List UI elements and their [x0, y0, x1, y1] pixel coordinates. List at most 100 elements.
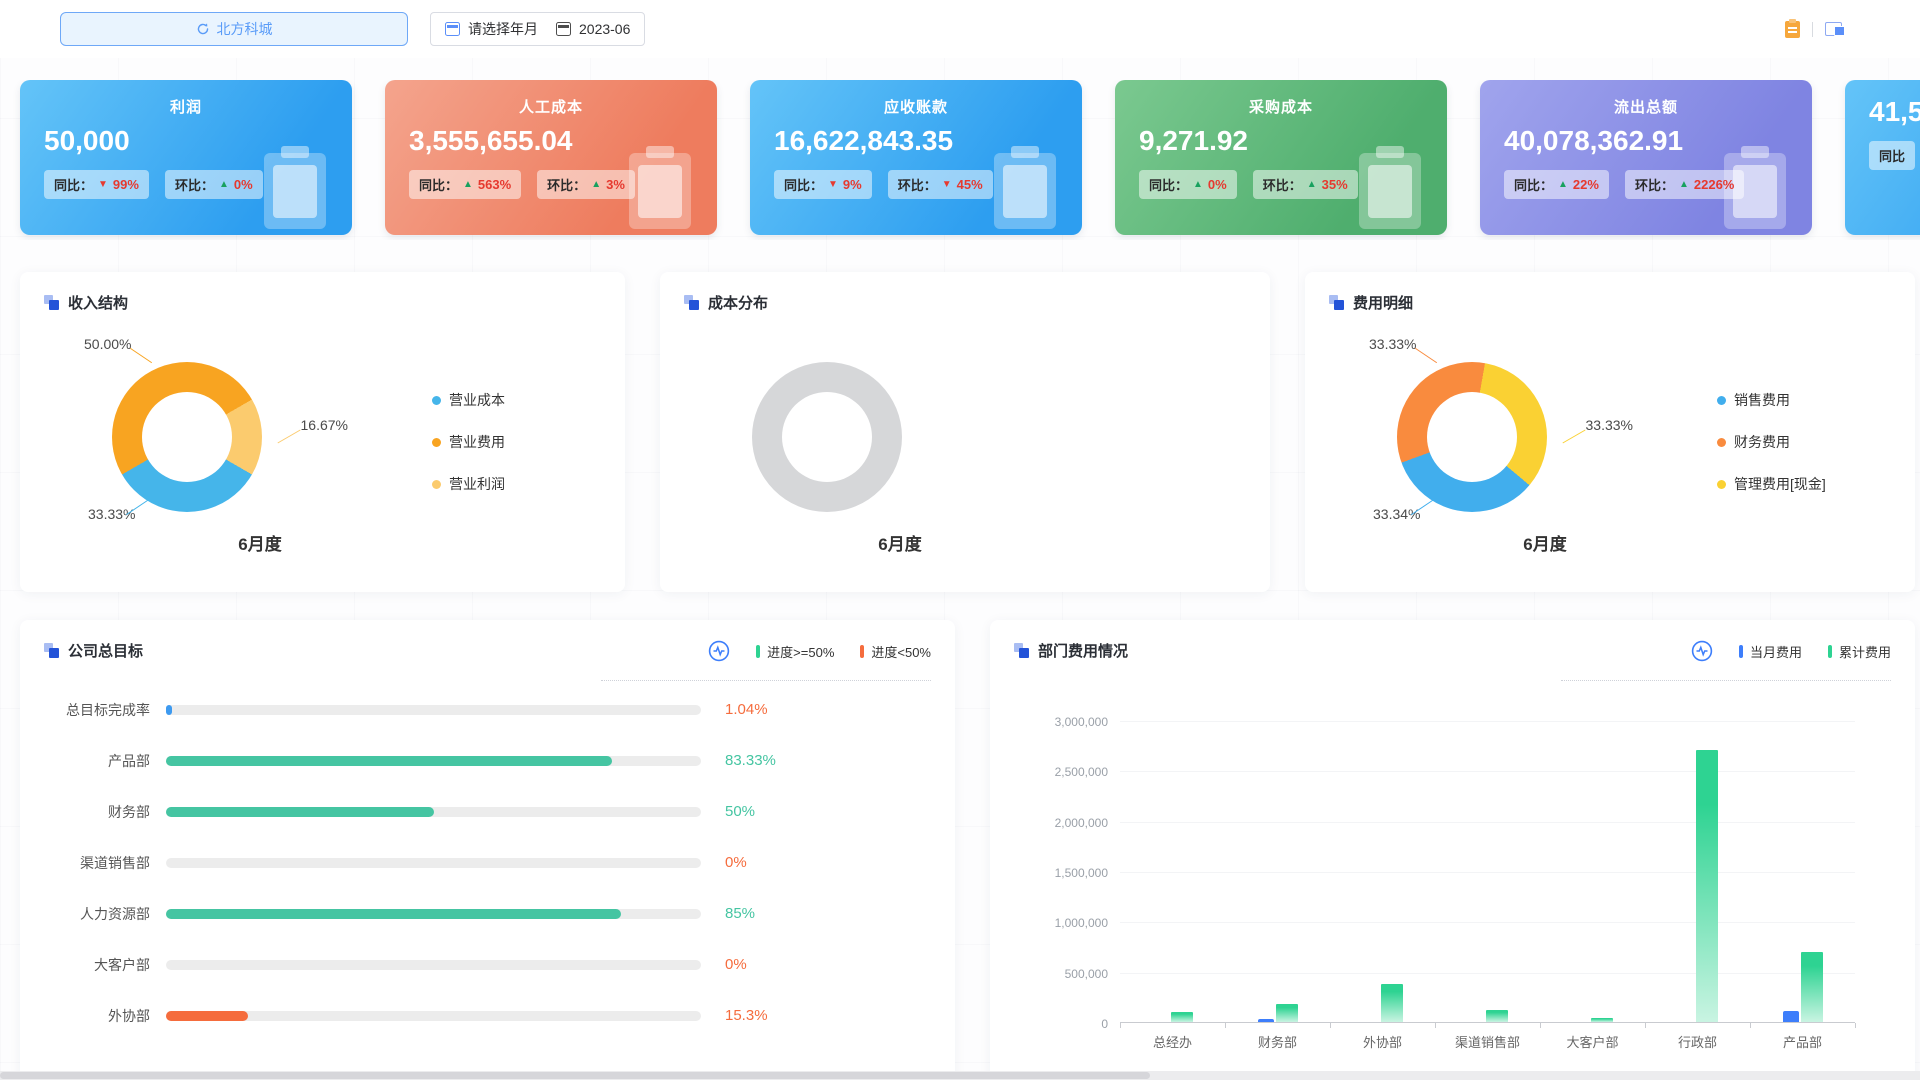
- legend-item[interactable]: 财务费用: [1717, 432, 1826, 452]
- slice-percent-label: 33.33%: [88, 506, 135, 522]
- goal-label: 人力资源部: [44, 904, 166, 924]
- yoy-badge: 同比：▼99%: [44, 170, 149, 199]
- goal-label: 外协部: [44, 1006, 166, 1026]
- x-axis-category-label: 财务部: [1225, 1032, 1331, 1051]
- leader-line: [1415, 348, 1437, 363]
- progress-track: [166, 705, 701, 715]
- goal-label: 财务部: [44, 802, 166, 822]
- card-title: 费用明细: [1353, 292, 1413, 313]
- legend-item[interactable]: 营业成本: [432, 390, 505, 410]
- plot-area: [1120, 721, 1855, 1023]
- clipboard-icon[interactable]: [1785, 21, 1800, 38]
- legend-marker: [860, 645, 864, 658]
- goal-label: 渠道销售部: [44, 853, 166, 873]
- scrollbar-thumb[interactable]: [0, 1072, 1150, 1079]
- bar-cumulative: [1801, 952, 1823, 1022]
- y-axis-tick-label: 2,000,000: [1002, 816, 1108, 830]
- y-axis-tick-label: 1,500,000: [1002, 866, 1108, 880]
- chart-legend: 营业成本营业费用营业利润: [432, 390, 505, 494]
- trend-up-icon: ▲: [463, 179, 473, 190]
- x-axis-tick: [1750, 1023, 1751, 1028]
- company-name: 北方科城: [217, 19, 273, 39]
- document-stack-icon: [1014, 643, 1029, 658]
- cost-distribution-card: 成本分布 6月度: [660, 272, 1270, 592]
- x-axis-category-label: 外协部: [1330, 1032, 1436, 1051]
- trend-up-icon: ▲: [1558, 179, 1568, 190]
- header-toolbar: 进度>=50% 进度<50%: [708, 640, 931, 662]
- document-stack-icon: [1329, 295, 1344, 310]
- progress-track: [166, 807, 701, 817]
- y-axis-tick-label: 1,000,000: [1002, 916, 1108, 930]
- bar-legend: 当月费用 累计费用: [1739, 642, 1891, 661]
- progress-fill: [166, 807, 434, 817]
- legend-dot: [432, 438, 441, 447]
- yoy-badge: 同比：▲22%: [1504, 170, 1609, 199]
- gridline: [1120, 922, 1855, 923]
- legend-label: 当月费用: [1750, 642, 1802, 661]
- date-placeholder-text: 请选择年月: [468, 19, 538, 39]
- goal-value: 1.04%: [725, 701, 768, 718]
- date-value-field[interactable]: 2023-06: [556, 21, 630, 37]
- mom-value: 35%: [1322, 177, 1348, 192]
- date-placeholder-field[interactable]: 请选择年月: [445, 19, 538, 39]
- pulse-line-icon[interactable]: [1691, 640, 1713, 662]
- leader-line: [277, 430, 300, 444]
- yoy-label: 同比：: [1514, 175, 1553, 194]
- kpi-card: 人工成本3,555,655.04同比：▲563%环比：▲3%: [385, 80, 717, 235]
- yoy-value: 99%: [113, 177, 139, 192]
- dotted-separator: [1561, 680, 1891, 681]
- company-select-button[interactable]: 北方科城: [60, 12, 408, 46]
- progress-track: [166, 1011, 701, 1021]
- card-title: 收入结构: [68, 292, 128, 313]
- y-axis-tick-label: 0: [1002, 1017, 1108, 1031]
- kpi-card: 流出总额40,078,362.91同比：▲22%环比：▲2226%: [1480, 80, 1812, 235]
- company-goals-card: 公司总目标 进度>=50%进度<50% 总目标完成率1.04%产品部83.33%…: [20, 620, 955, 1080]
- document-stack-icon: [44, 643, 59, 658]
- trend-up-icon: ▲: [219, 179, 229, 190]
- leader-line: [130, 348, 152, 363]
- divider: [1812, 22, 1813, 37]
- date-value-text: 2023-06: [579, 21, 630, 37]
- legend-item[interactable]: 管理费用[现金]: [1717, 474, 1826, 494]
- date-picker: 请选择年月 2023-06: [430, 12, 645, 46]
- yoy-badge: 同比：▲563%: [409, 170, 521, 199]
- x-axis-category-label: 渠道销售部: [1435, 1032, 1541, 1051]
- legend-item[interactable]: 进度<50%: [860, 642, 931, 661]
- kpi-card: 采购成本9,271.92同比：▲0%环比：▲35%: [1115, 80, 1447, 235]
- progress-fill: [166, 1011, 248, 1021]
- leader-line: [1562, 430, 1585, 444]
- trend-up-icon: ▲: [1193, 179, 1203, 190]
- mom-value: 3%: [606, 177, 625, 192]
- goal-label: 总目标完成率: [44, 700, 166, 720]
- goal-row: 渠道销售部0%: [20, 837, 955, 888]
- yoy-label: 同比：: [419, 175, 458, 194]
- topbar-actions: [1785, 21, 1842, 38]
- donut-chart: [752, 362, 902, 512]
- goal-row: 产品部83.33%: [20, 735, 955, 786]
- donut-chart: 33.33%33.33%33.34%: [1397, 362, 1547, 512]
- pulse-line-icon[interactable]: [708, 640, 730, 662]
- legend-item[interactable]: 累计费用: [1828, 642, 1891, 661]
- kpi-title: 人工成本: [385, 96, 717, 117]
- legend-item[interactable]: 销售费用: [1717, 390, 1826, 410]
- gridline: [1120, 822, 1855, 823]
- kpi-title: 采购成本: [1115, 96, 1447, 117]
- legend-item[interactable]: 进度>=50%: [756, 642, 834, 661]
- goal-row: 大客户部0%: [20, 939, 955, 990]
- window-icon[interactable]: [1825, 22, 1842, 36]
- mom-badge: 环比：▼45%: [888, 170, 993, 199]
- legend-item[interactable]: 当月费用: [1739, 642, 1802, 661]
- legend-item[interactable]: 营业费用: [432, 432, 505, 452]
- donut-ring: [752, 362, 902, 512]
- legend-item[interactable]: 营业利润: [432, 474, 505, 494]
- legend-label: 销售费用: [1734, 390, 1790, 410]
- trend-down-icon: ▼: [98, 179, 108, 190]
- yoy-badge: 同比：▼9%: [774, 170, 872, 199]
- progress-track: [166, 909, 701, 919]
- legend-label: 财务费用: [1734, 432, 1790, 452]
- x-axis-tick: [1855, 1023, 1856, 1028]
- horizontal-scrollbar[interactable]: [0, 1071, 1920, 1080]
- x-axis-tick: [1330, 1023, 1331, 1028]
- kpi-title: 应收账款: [750, 96, 1082, 117]
- progress-track: [166, 960, 701, 970]
